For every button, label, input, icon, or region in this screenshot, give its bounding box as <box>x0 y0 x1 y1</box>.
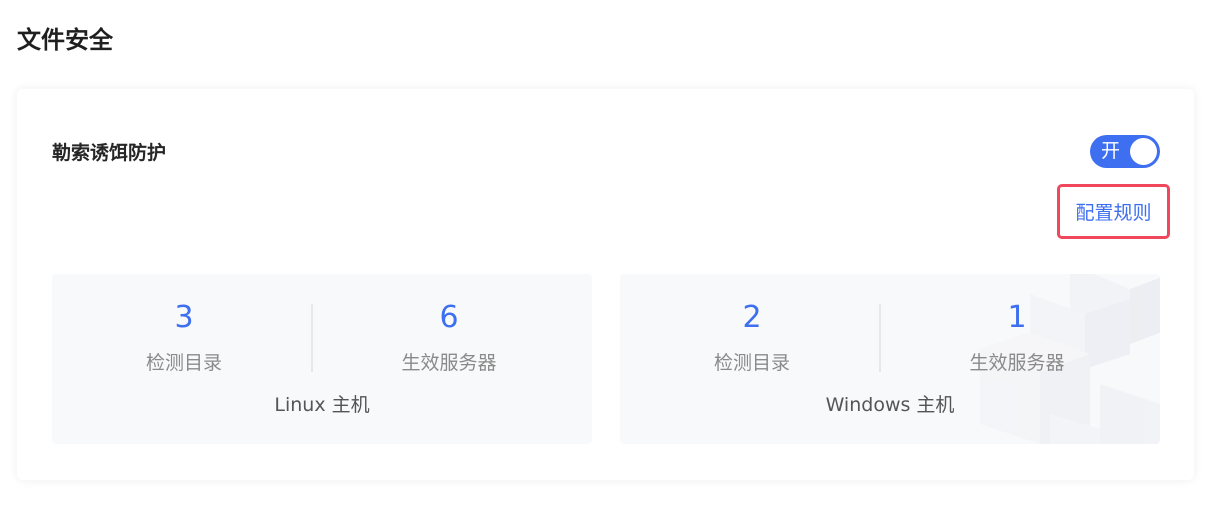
windows-servers-count[interactable]: 1 <box>887 298 1147 338</box>
windows-servers-label: 生效服务器 <box>969 352 1065 374</box>
divider <box>311 304 313 372</box>
page-title: 文件安全 <box>17 26 113 54</box>
windows-dirs-count[interactable]: 2 <box>622 298 882 338</box>
linux-dirs-count[interactable]: 3 <box>54 298 314 338</box>
linux-host-panel: 3 检测目录 6 生效服务器 Linux 主机 <box>52 274 592 444</box>
linux-servers-label: 生效服务器 <box>401 352 497 374</box>
protection-toggle[interactable]: 开 <box>1090 135 1160 168</box>
windows-host-label: Windows 主机 <box>825 394 955 416</box>
toggle-label: 开 <box>1101 140 1121 162</box>
windows-servers-stat: 1 生效服务器 <box>887 298 1147 376</box>
linux-dirs-stat: 3 检测目录 <box>54 298 314 376</box>
windows-host-panel: 2 检测目录 1 生效服务器 Windows 主机 <box>620 274 1160 444</box>
linux-servers-stat: 6 生效服务器 <box>319 298 579 376</box>
config-rules-link[interactable]: 配置规则 <box>1057 184 1170 239</box>
windows-dirs-label: 检测目录 <box>713 352 790 374</box>
linux-servers-count[interactable]: 6 <box>319 298 579 338</box>
section-title: 勒索诱饵防护 <box>52 142 167 164</box>
ransomware-protection-card: 勒索诱饵防护 开 配置规则 3 检测目录 6 生效服务器 Linux 主机 2 … <box>17 89 1194 480</box>
windows-dirs-stat: 2 检测目录 <box>622 298 882 376</box>
toggle-knob <box>1130 138 1157 165</box>
divider <box>879 304 881 372</box>
linux-host-label: Linux 主机 <box>274 394 370 416</box>
linux-dirs-label: 检测目录 <box>145 352 222 374</box>
